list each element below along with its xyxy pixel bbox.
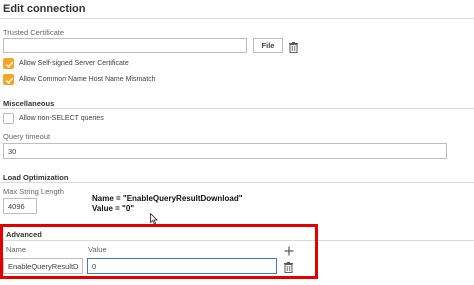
divider xyxy=(0,182,474,183)
trash-icon[interactable] xyxy=(289,40,298,58)
load-optimization-heading: Load Optimization xyxy=(3,173,69,182)
divider xyxy=(0,108,474,109)
self-signed-checkbox[interactable] xyxy=(3,58,14,69)
file-button[interactable]: File xyxy=(253,38,283,53)
trusted-certificate-label: Trusted Certificate xyxy=(3,28,64,37)
annotation-value-line: Value = "0" xyxy=(92,204,135,213)
allow-non-select-checkbox[interactable] xyxy=(3,113,14,124)
self-signed-label: Allow Self-signed Server Certificate xyxy=(19,60,129,67)
highlight-box xyxy=(0,224,318,279)
checkmark-icon xyxy=(6,61,14,68)
hostname-mismatch-label: Allow Common Name Host Name Mismatch xyxy=(19,76,156,83)
annotation-name-line: Name = "EnableQueryResultDownload" xyxy=(92,194,243,203)
query-timeout-label: Query timeout xyxy=(3,132,51,141)
query-timeout-input[interactable] xyxy=(3,143,447,159)
hostname-mismatch-checkbox[interactable] xyxy=(3,74,14,85)
allow-non-select-label: Allow non-SELECT queries xyxy=(19,115,104,122)
divider xyxy=(0,18,474,19)
checkmark-icon xyxy=(6,77,14,84)
miscellaneous-heading: Miscellaneous xyxy=(3,99,55,108)
max-string-length-label: Max String Length xyxy=(3,187,64,196)
trusted-certificate-input[interactable] xyxy=(3,38,247,53)
max-string-length-input[interactable] xyxy=(3,198,37,214)
dialog-title: Edit connection xyxy=(3,3,86,15)
